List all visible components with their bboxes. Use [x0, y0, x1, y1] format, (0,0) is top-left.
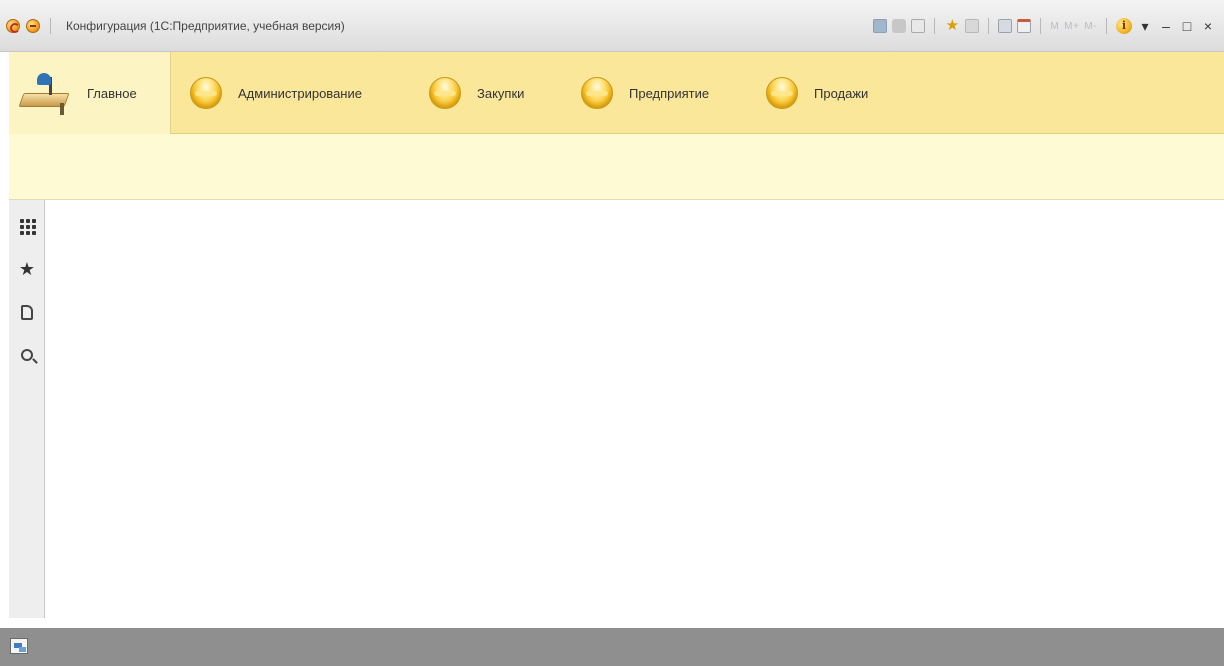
status-bar: [0, 628, 1224, 666]
toolbar-separator: [1106, 18, 1107, 34]
history-icon[interactable]: [965, 19, 980, 33]
main-menu-icon[interactable]: [26, 19, 40, 33]
sections-panel: Главное Администрирование Закупки Предпр…: [9, 52, 1224, 134]
title-bar: Конфигурация (1С:Предприятие, учебная ве…: [0, 0, 1224, 52]
calendar-icon[interactable]: [1017, 19, 1032, 33]
section-bullet-icon: [190, 77, 222, 109]
section-sales[interactable]: Продажи: [766, 52, 868, 134]
search-button[interactable]: [9, 339, 45, 371]
maximize-button[interactable]: □: [1179, 18, 1195, 34]
toolbar-separator: [934, 18, 936, 34]
search-icon: [21, 349, 33, 361]
memory-m-button[interactable]: M: [1050, 21, 1059, 32]
section-bullet-icon: [429, 77, 461, 109]
all-functions-icon: [19, 218, 36, 235]
section-bullet-icon: [581, 77, 613, 109]
section-main-label: Главное: [87, 85, 137, 101]
section-administration-label: Администрирование: [238, 85, 362, 101]
desk-lamp-icon: [18, 67, 71, 119]
title-bar-toolbar: ★ M M+ M- i ▾ – □ ×: [873, 15, 1216, 37]
history-icon: [21, 304, 33, 320]
toolbar-separator: [988, 18, 990, 34]
save-icon[interactable]: [873, 19, 888, 33]
favorites-button[interactable]: ★: [9, 253, 45, 285]
section-sales-label: Продажи: [814, 85, 869, 101]
favorites-star-icon: ★: [18, 258, 36, 279]
memory-plus-button[interactable]: M+: [1064, 21, 1079, 32]
toolbar-separator: [1040, 18, 1042, 34]
window-title: Конфигурация (1С:Предприятие, учебная ве…: [66, 19, 345, 33]
left-tools-panel: ★: [9, 200, 45, 618]
section-administration[interactable]: Администрирование: [190, 52, 362, 134]
close-button[interactable]: ×: [1200, 18, 1216, 34]
app-logo-icon[interactable]: [6, 19, 20, 33]
memory-minus-button[interactable]: M-: [1084, 21, 1097, 32]
title-bar-left-controls: [6, 18, 55, 34]
section-purchases[interactable]: Закупки: [429, 52, 524, 134]
section-enterprise[interactable]: Предприятие: [581, 52, 709, 134]
print-icon[interactable]: [892, 19, 907, 33]
chevron-down-icon[interactable]: ▾: [1137, 18, 1153, 34]
section-commands-band: [9, 134, 1224, 200]
all-functions-button[interactable]: [9, 210, 45, 242]
info-icon[interactable]: i: [1116, 18, 1132, 34]
section-enterprise-label: Предприятие: [629, 85, 710, 101]
favorites-icon[interactable]: ★: [944, 18, 960, 33]
work-area: [46, 200, 1224, 628]
title-separator: [50, 18, 51, 34]
minimize-button[interactable]: –: [1158, 18, 1174, 34]
windows-list-icon[interactable]: [10, 638, 28, 654]
section-purchases-label: Закупки: [477, 85, 525, 101]
section-bullet-icon: [766, 77, 798, 109]
history-button[interactable]: [9, 296, 45, 328]
calculator-icon[interactable]: [998, 19, 1013, 33]
preview-icon[interactable]: [911, 19, 926, 33]
section-main[interactable]: Главное: [9, 52, 171, 134]
